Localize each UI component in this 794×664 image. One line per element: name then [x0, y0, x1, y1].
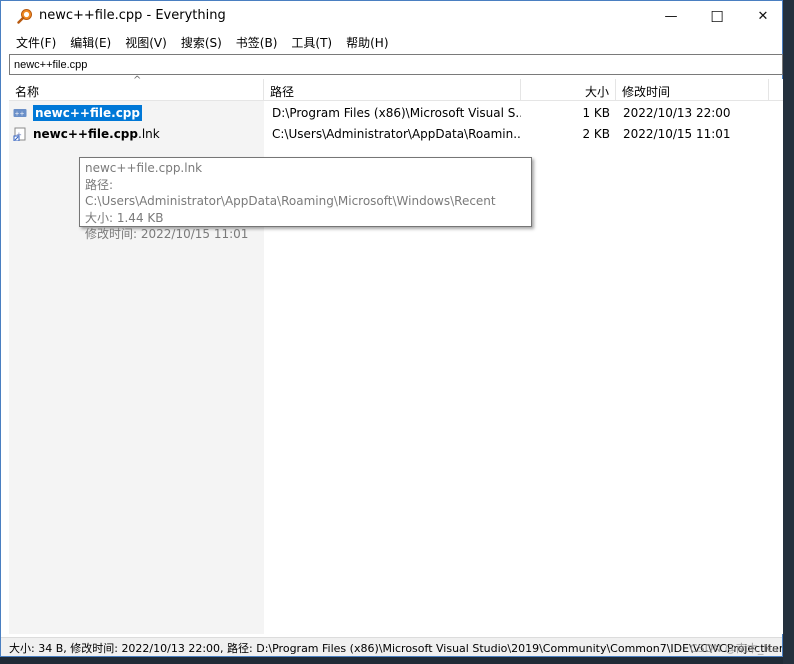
window-title: newc++file.cpp - Everything: [39, 8, 226, 23]
menu-bookmarks[interactable]: 书签(B): [229, 32, 285, 52]
shortcut-file-icon: +: [13, 127, 26, 141]
row-path: C:\Users\Administrator\AppData\Roamin...: [272, 127, 521, 141]
sort-ascending-icon: ^: [133, 75, 142, 86]
table-row[interactable]: ++ newc++file.cpp D:\Program Files (x86)…: [9, 103, 783, 123]
file-info-tooltip: newc++file.cpp.lnk 路径: C:\Users\Administ…: [79, 157, 532, 241]
status-text: 大小: 34 B, 修改时间: 2022/10/13 22:00, 路径: D:…: [9, 642, 782, 655]
row-modified: 2022/10/13 22:00: [623, 106, 731, 120]
column-header-path-label: 路径: [270, 85, 295, 99]
menu-view[interactable]: 视图(V): [118, 32, 174, 52]
watermark: CSDN @南木_Na: [690, 642, 779, 655]
magnifier-app-icon: [17, 9, 32, 24]
maximize-button[interactable]: ☐: [694, 1, 740, 32]
tooltip-modified: 修改时间: 2022/10/15 11:01: [85, 227, 249, 241]
search-input[interactable]: [14, 58, 778, 72]
row-name: newc++file.cpp: [33, 105, 142, 121]
title-bar[interactable]: newc++file.cpp - Everything — ☐ ✕: [1, 1, 782, 32]
status-bar: 大小: 34 B, 修改时间: 2022/10/13 22:00, 路径: D:…: [1, 637, 782, 656]
minimize-button[interactable]: —: [648, 1, 694, 32]
menu-edit[interactable]: 编辑(E): [63, 32, 118, 52]
search-box[interactable]: [9, 54, 783, 75]
row-size: 2 KB: [582, 127, 610, 141]
close-button[interactable]: ✕: [740, 1, 786, 32]
row-name-cell: newc++file.cpp.lnk: [27, 124, 264, 144]
menu-bar: 文件(F) 编辑(E) 视图(V) 搜索(S) 书签(B) 工具(T) 帮助(H…: [1, 32, 782, 52]
column-header-name[interactable]: ^ 名称: [9, 75, 264, 101]
row-name-ext: .lnk: [138, 127, 160, 141]
column-header-name-label: 名称: [15, 85, 40, 99]
close-icon: ✕: [757, 9, 769, 24]
row-name-cell: newc++file.cpp: [27, 103, 264, 123]
tooltip-size: 大小: 1.44 KB: [85, 210, 164, 225]
maximize-icon: ☐: [710, 7, 724, 26]
tooltip-name: newc++file.cpp.lnk: [85, 161, 203, 175]
column-header-size[interactable]: 大小: [521, 79, 616, 101]
tooltip-path: 路径: C:\Users\Administrator\AppData\Roami…: [85, 177, 496, 209]
column-header-modified[interactable]: 修改时间: [616, 79, 769, 101]
menu-search[interactable]: 搜索(S): [174, 32, 229, 52]
svg-text:++: ++: [15, 111, 25, 118]
column-header-modified-label: 修改时间: [622, 85, 671, 99]
menu-tools[interactable]: 工具(T): [284, 32, 339, 52]
table-row[interactable]: + newc++file.cpp.lnk C:\Users\Administra…: [9, 124, 783, 144]
minimize-icon: —: [664, 9, 678, 24]
menu-help[interactable]: 帮助(H): [339, 32, 395, 52]
menu-file[interactable]: 文件(F): [9, 32, 63, 52]
desktop-backdrop-right: [783, 0, 794, 664]
list-header: ^ 名称 路径 大小 修改时间: [9, 75, 783, 101]
cpp-file-icon: ++: [13, 109, 27, 118]
column-header-size-label: 大小: [584, 85, 609, 99]
row-modified: 2022/10/15 11:01: [623, 127, 731, 141]
row-path: D:\Program Files (x86)\Microsoft Visual …: [272, 106, 521, 120]
row-name-main: newc++file.cpp: [33, 127, 138, 141]
everything-window: newc++file.cpp - Everything — ☐ ✕ 文件(F) …: [0, 0, 783, 657]
row-size: 1 KB: [582, 106, 610, 120]
column-header-path[interactable]: 路径: [264, 79, 521, 101]
